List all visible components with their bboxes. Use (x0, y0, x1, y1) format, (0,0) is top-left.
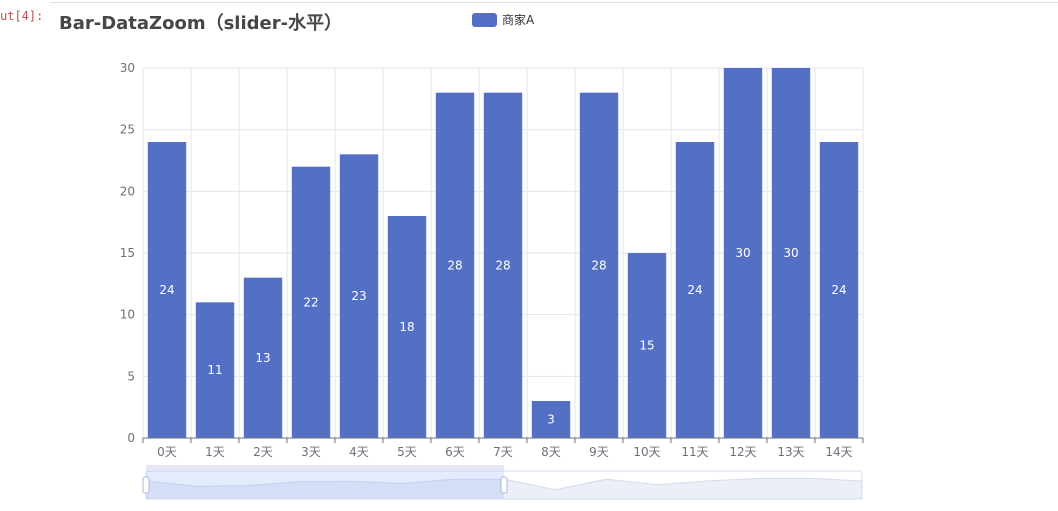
bar-data-label: 24 (159, 283, 174, 297)
y-tick-label: 15 (120, 246, 135, 260)
x-tick-label: 4天 (349, 445, 369, 459)
x-tick-label: 13天 (777, 445, 804, 459)
bar-data-label: 30 (783, 246, 798, 260)
chart-canvas: 0 5 10 15 20 25 30 24 11 13 22 23 18 28 28 3 28 15 24 30 30 2… (120, 61, 864, 500)
x-tick-label: 3天 (301, 445, 321, 459)
x-tick-label: 7天 (493, 445, 513, 459)
x-tick-label: 12天 (729, 445, 756, 459)
bar-data-label: 30 (735, 246, 750, 260)
y-tick-label: 5 (127, 369, 135, 383)
bar-data-label: 18 (399, 320, 414, 334)
bar-data-label: 24 (687, 283, 702, 297)
bar-data-label: 22 (303, 295, 318, 309)
x-tick-label: 9天 (589, 445, 609, 459)
y-tick-label: 25 (120, 123, 135, 137)
x-tick-label: 5天 (397, 445, 417, 459)
bar-data-label: 3 (547, 413, 555, 427)
x-tick-label: 0天 (157, 445, 177, 459)
x-tick-label: 8天 (541, 445, 561, 459)
x-tick-label: 10天 (633, 445, 660, 459)
bar-data-label: 24 (831, 283, 846, 297)
x-tick-label: 11天 (681, 445, 708, 459)
bar-data-label: 28 (591, 258, 606, 272)
datazoom-left-handle[interactable] (142, 476, 150, 494)
datazoom-move-handle[interactable] (146, 465, 504, 471)
x-tick-label: 1天 (205, 445, 225, 459)
datazoom-right-handle[interactable] (500, 476, 508, 494)
bar-data-label: 23 (351, 289, 366, 303)
bar-data-label: 28 (447, 258, 462, 272)
x-tick-label: 2天 (253, 445, 273, 459)
bar-data-label: 15 (639, 339, 654, 353)
y-tick-label: 20 (120, 184, 135, 198)
y-tick-label: 10 (120, 308, 135, 322)
y-tick-label: 0 (127, 431, 135, 445)
bar-data-label: 11 (207, 363, 222, 377)
x-tick-label: 6天 (445, 445, 465, 459)
y-tick-label: 30 (120, 61, 135, 75)
datazoom-selected-window[interactable] (146, 471, 504, 499)
bar-data-label: 13 (255, 351, 270, 365)
bar-data-label: 28 (495, 258, 510, 272)
x-tick-label: 14天 (825, 445, 852, 459)
